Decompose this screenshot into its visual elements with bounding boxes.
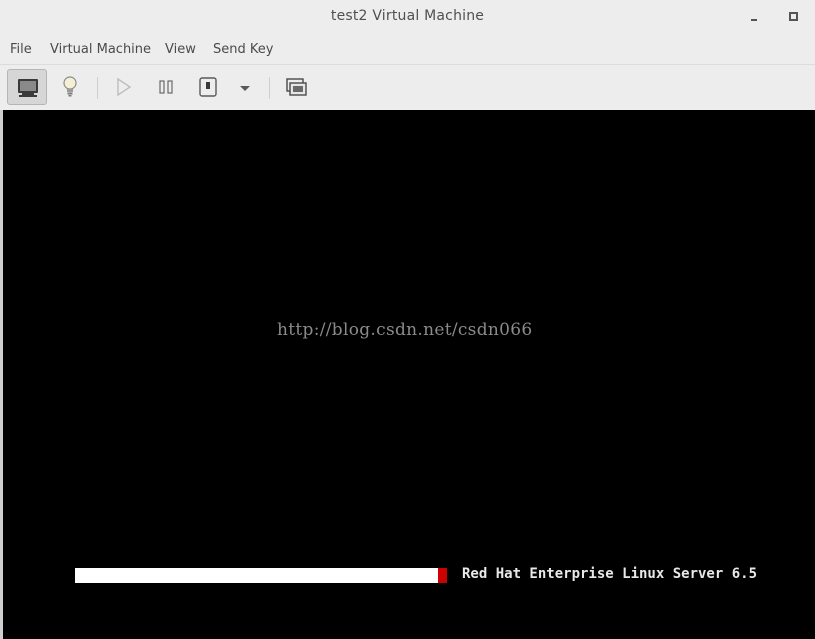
boot-progress-head bbox=[438, 568, 447, 583]
vm-console-display[interactable]: http://blog.csdn.net/csdn066 Red Hat Ent… bbox=[3, 110, 815, 639]
pause-icon bbox=[159, 80, 173, 94]
maximize-icon[interactable] bbox=[786, 10, 800, 24]
console-monitor-icon bbox=[18, 79, 38, 97]
boot-os-label: Red Hat Enterprise Linux Server 6.5 bbox=[462, 566, 758, 582]
shutdown-button[interactable] bbox=[188, 69, 228, 105]
window-title: test2 Virtual Machine bbox=[330, 8, 485, 24]
snapshots-icon bbox=[286, 78, 307, 96]
run-button[interactable] bbox=[103, 69, 143, 105]
details-button[interactable] bbox=[50, 69, 90, 105]
dropdown-arrow-icon bbox=[240, 86, 250, 91]
shutdown-menu-button[interactable] bbox=[226, 69, 252, 105]
menu-view[interactable]: View bbox=[165, 42, 196, 57]
play-icon bbox=[117, 77, 132, 97]
virt-viewer-window: test2 Virtual Machine File Virtual Machi… bbox=[0, 0, 815, 639]
pause-button[interactable] bbox=[146, 69, 186, 105]
snapshots-button[interactable] bbox=[276, 69, 316, 105]
boot-progress-bar bbox=[75, 568, 454, 583]
toolbar bbox=[0, 64, 815, 110]
lightbulb-details-icon bbox=[63, 76, 77, 97]
toolbar-separator bbox=[97, 77, 98, 99]
title-bar[interactable]: test2 Virtual Machine bbox=[0, 0, 815, 34]
minimize-icon[interactable] bbox=[748, 10, 762, 24]
menu-send-key[interactable]: Send Key bbox=[213, 42, 273, 57]
console-button[interactable] bbox=[7, 69, 47, 105]
menu-bar: File Virtual Machine View Send Key bbox=[0, 38, 815, 64]
toolbar-separator bbox=[269, 77, 270, 99]
menu-file[interactable]: File bbox=[10, 42, 32, 57]
watermark-text: http://blog.csdn.net/csdn066 bbox=[277, 320, 533, 340]
boot-progress-fill bbox=[75, 568, 438, 583]
power-icon bbox=[199, 77, 217, 97]
menu-virtual-machine[interactable]: Virtual Machine bbox=[50, 42, 151, 57]
